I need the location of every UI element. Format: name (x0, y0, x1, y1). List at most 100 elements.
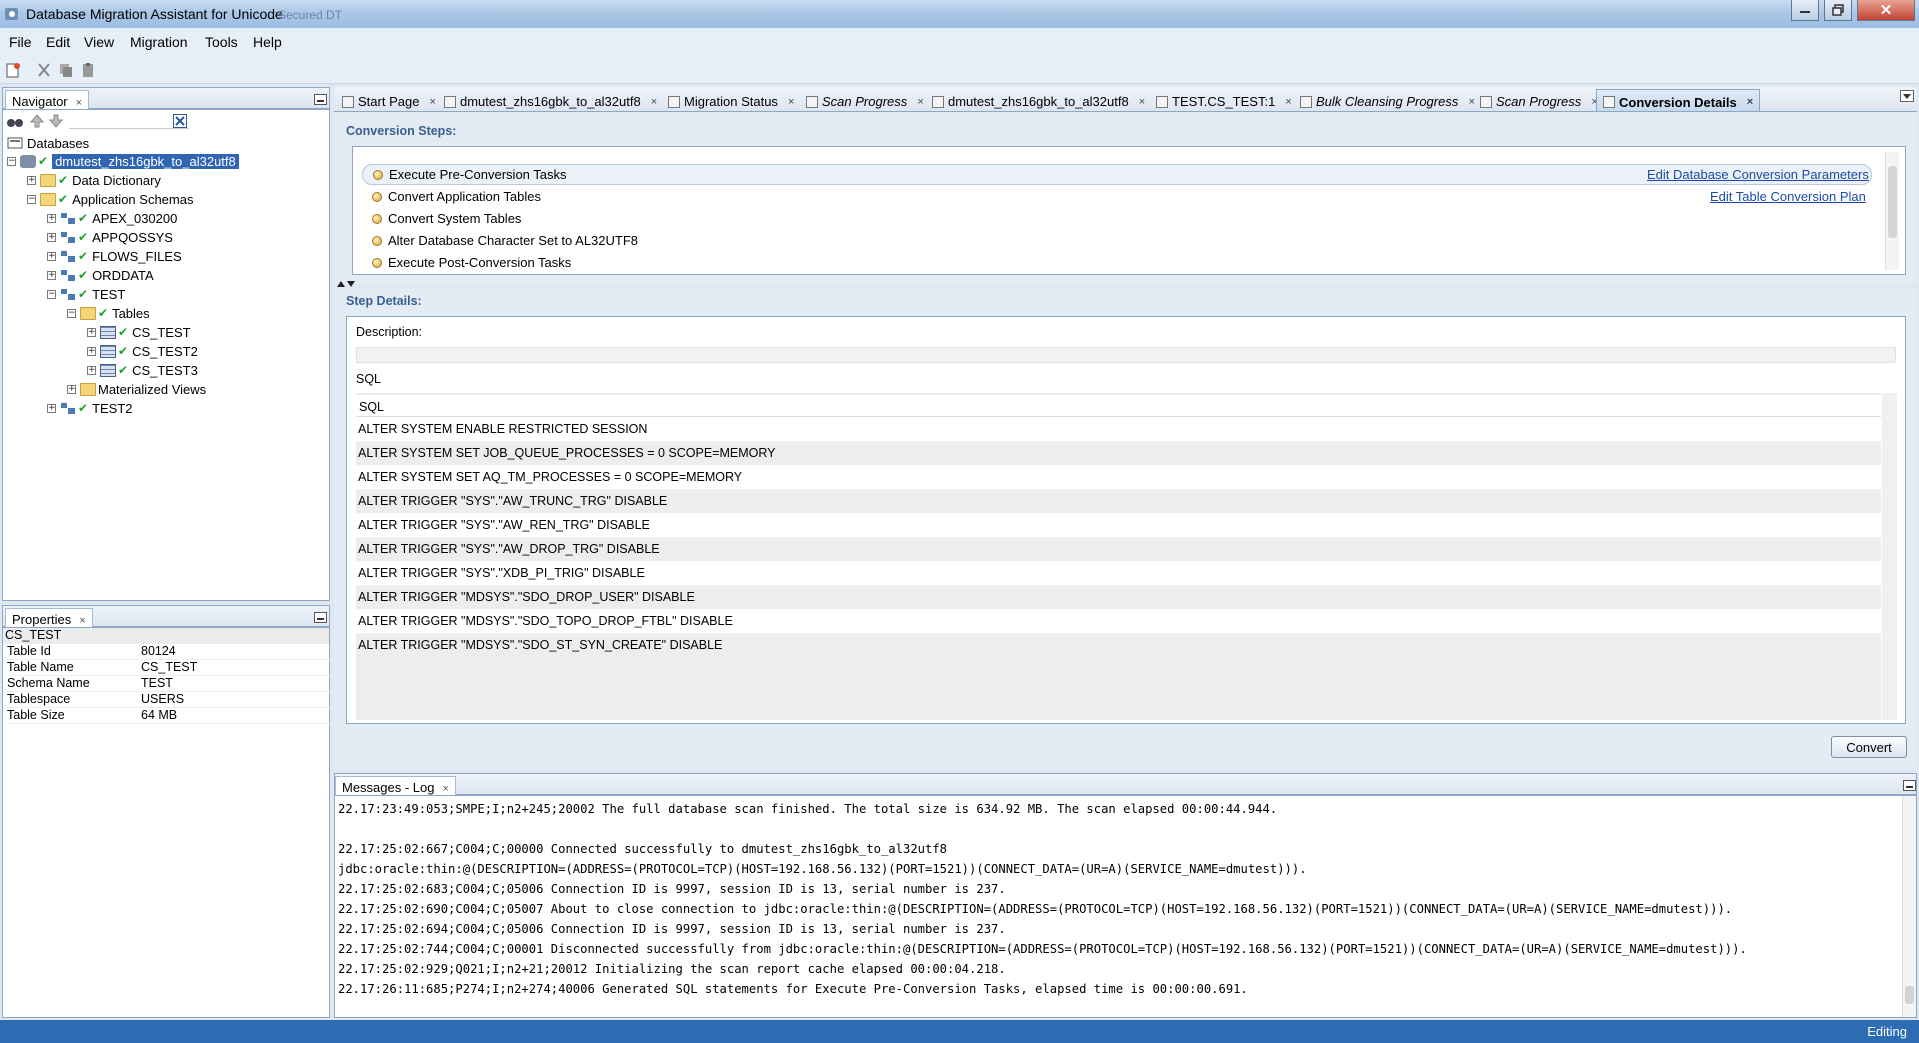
close-icon[interactable]: × (1747, 96, 1753, 108)
expand-icon[interactable]: + (87, 327, 96, 337)
tab-database[interactable]: dmutest_zhs16gbk_to_al32utf8 × (438, 89, 663, 111)
collapse-icon[interactable]: − (27, 194, 36, 204)
tree-item-tables[interactable]: − ✔ Tables (67, 304, 150, 322)
tree-item-table[interactable]: + ✔ CS_TEST (87, 323, 191, 341)
edit-table-conversion-plan-link[interactable]: Edit Table Conversion Plan (1710, 189, 1866, 204)
expand-icon[interactable]: + (87, 346, 96, 356)
tab-scan-progress[interactable]: Scan Progress × (800, 89, 930, 111)
log-scrollbar[interactable] (1902, 796, 1916, 1017)
arrow-down-icon[interactable] (49, 114, 63, 128)
menu-view[interactable]: View (84, 34, 114, 50)
sql-row[interactable]: ALTER SYSTEM SET JOB_QUEUE_PROCESSES = 0… (356, 441, 1881, 465)
step-convert-system-tables[interactable]: Convert System Tables (362, 208, 1872, 229)
copy-icon[interactable] (58, 62, 74, 78)
minimize-window-button[interactable] (1791, 0, 1819, 21)
menu-tools[interactable]: Tools (205, 34, 238, 50)
tab-navigator[interactable]: Navigator × (5, 90, 90, 110)
expand-icon[interactable]: + (47, 232, 56, 242)
sql-row[interactable]: ALTER SYSTEM SET AQ_TM_PROCESSES = 0 SCO… (356, 465, 1881, 489)
paste-icon[interactable] (80, 62, 96, 78)
clear-filter-icon[interactable] (173, 114, 187, 128)
tree-item-schema[interactable]: + ✔ ORDDATA (47, 266, 154, 284)
tab-list-dropdown-icon[interactable] (1900, 90, 1914, 102)
close-icon[interactable]: × (76, 97, 82, 109)
sql-column-header[interactable]: SQL (356, 395, 1881, 417)
tab-database[interactable]: dmutest_zhs16gbk_to_al32utf8 × (926, 89, 1151, 111)
minimize-panel-button[interactable] (314, 94, 327, 105)
tree-item-database[interactable]: − ✔ dmutest_zhs16gbk_to_al32utf8 (7, 152, 239, 170)
arrow-up-icon[interactable] (30, 114, 44, 128)
step-post-conversion[interactable]: Execute Post-Conversion Tasks (362, 252, 1872, 273)
sql-row[interactable]: ALTER SYSTEM ENABLE RESTRICTED SESSION (356, 417, 1881, 441)
tree-item-table[interactable]: + ✔ CS_TEST2 (87, 342, 198, 360)
close-icon[interactable]: × (443, 783, 449, 795)
sql-row[interactable]: ALTER TRIGGER "SYS"."XDB_PI_TRIG" DISABL… (356, 561, 1881, 585)
navigator-filter-input[interactable] (69, 113, 189, 129)
tree-item-schema[interactable]: + ✔ TEST2 (47, 399, 133, 417)
tab-start-page[interactable]: Start Page × (336, 89, 442, 111)
step-alter-charset[interactable]: Alter Database Character Set to AL32UTF8 (362, 230, 1872, 251)
tree-root-databases[interactable]: Databases (7, 134, 89, 152)
step-convert-app-tables[interactable]: Convert Application Tables (362, 186, 1872, 207)
tab-migration-status[interactable]: Migration Status × (662, 89, 800, 111)
tree-item-schema[interactable]: + ✔ APPQOSSYS (47, 228, 173, 246)
tab-properties[interactable]: Properties × (5, 608, 93, 628)
expand-icon[interactable]: + (87, 365, 96, 375)
minimize-panel-button[interactable] (314, 612, 327, 623)
close-window-button[interactable]: ✕ (1857, 0, 1915, 21)
menu-file[interactable]: File (9, 34, 32, 50)
sql-scrollbar[interactable] (1882, 393, 1897, 720)
tree-item-table[interactable]: + ✔ CS_TEST3 (87, 361, 198, 379)
scrollbar-thumb[interactable] (1905, 986, 1914, 1004)
close-icon[interactable]: × (917, 96, 923, 108)
close-icon[interactable]: × (1139, 96, 1145, 108)
sql-row[interactable]: ALTER TRIGGER "SYS"."AW_TRUNC_TRG" DISAB… (356, 489, 1881, 513)
new-connection-icon[interactable] (5, 62, 21, 78)
tab-scan-progress[interactable]: Scan Progress × (1474, 89, 1604, 111)
expand-icon[interactable]: + (47, 403, 56, 413)
expand-icon[interactable]: + (47, 251, 56, 261)
sql-row[interactable]: ALTER TRIGGER "SYS"."AW_REN_TRG" DISABLE (356, 513, 1881, 537)
tree-item-materialized-views[interactable]: + Materialized Views (67, 380, 206, 398)
collapse-icon[interactable]: − (47, 289, 56, 299)
tree-item-application-schemas[interactable]: − ✔ Application Schemas (27, 190, 193, 208)
database-icon (444, 95, 456, 108)
close-icon[interactable]: × (79, 615, 85, 627)
close-icon[interactable]: × (1285, 96, 1291, 108)
tab-bulk-cleansing-progress[interactable]: Bulk Cleansing Progress × (1294, 89, 1481, 111)
close-icon[interactable]: × (429, 96, 435, 108)
tab-messages-log[interactable]: Messages - Log × (335, 776, 456, 796)
collapse-icon[interactable]: − (7, 156, 16, 166)
sql-row[interactable]: ALTER TRIGGER "MDSYS"."SDO_TOPO_DROP_FTB… (356, 609, 1881, 633)
splitter-arrows-icon[interactable] (336, 280, 356, 288)
collapse-icon[interactable]: − (67, 308, 76, 318)
cut-icon[interactable] (36, 62, 52, 78)
binoculars-icon[interactable] (7, 114, 23, 128)
scrollbar-thumb[interactable] (1888, 166, 1897, 238)
close-icon[interactable]: × (651, 96, 657, 108)
tree-item-schema[interactable]: + ✔ APEX_030200 (47, 209, 177, 227)
conversion-steps-label: Conversion Steps: (346, 124, 457, 138)
maximize-window-button[interactable] (1824, 0, 1852, 21)
minimize-panel-button[interactable] (1903, 780, 1916, 791)
sql-row[interactable]: ALTER TRIGGER "MDSYS"."SDO_ST_SYN_CREATE… (356, 633, 1881, 657)
tab-conversion-details[interactable]: Conversion Details × (1596, 89, 1761, 111)
menu-migration[interactable]: Migration (130, 34, 188, 50)
edit-conversion-parameters-link[interactable]: Edit Database Conversion Parameters (1647, 167, 1869, 182)
menu-help[interactable]: Help (253, 34, 282, 50)
tree-item-schema[interactable]: + ✔ FLOWS_FILES (47, 247, 182, 265)
sql-row[interactable]: ALTER TRIGGER "MDSYS"."SDO_DROP_USER" DI… (356, 585, 1881, 609)
expand-icon[interactable]: + (27, 175, 36, 185)
tree-item-schema[interactable]: − ✔ TEST (47, 285, 125, 303)
expand-icon[interactable]: + (47, 213, 56, 223)
close-icon[interactable]: × (788, 96, 794, 108)
expand-icon[interactable]: + (67, 384, 76, 394)
sql-row[interactable]: ALTER TRIGGER "SYS"."AW_DROP_TRG" DISABL… (356, 537, 1881, 561)
menu-edit[interactable]: Edit (46, 34, 70, 50)
tab-table[interactable]: TEST.CS_TEST:1 × (1150, 89, 1298, 111)
convert-button[interactable]: Convert (1831, 736, 1907, 758)
tree-item-data-dictionary[interactable]: + ✔ Data Dictionary (27, 171, 161, 189)
step-pre-conversion[interactable]: Execute Pre-Conversion Tasks (362, 164, 1872, 185)
steps-scrollbar[interactable] (1885, 152, 1899, 270)
expand-icon[interactable]: + (47, 270, 56, 280)
